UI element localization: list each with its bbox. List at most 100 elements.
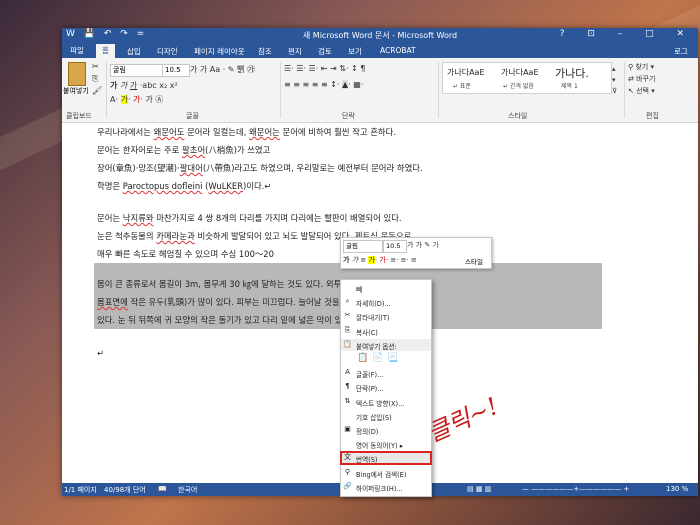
cut-icon[interactable]: ✂ — [92, 62, 99, 71]
menu-item-label: 잘라내기(T) — [356, 314, 390, 323]
ctx-item-cut[interactable]: ✂ 잘라내기(T) — [341, 310, 431, 322]
select-button[interactable]: ↖ 선택 ▾ — [628, 86, 655, 96]
format-painter-icon[interactable]: 🖌 — [92, 86, 102, 95]
menu-item-icon: ⌕ — [345, 297, 350, 306]
menu-item-label: 텍스트 방향(X)... — [356, 399, 405, 408]
font-size-box[interactable]: 10.5 — [162, 64, 190, 77]
style-heading-1[interactable]: 제목 1 — [561, 81, 578, 90]
mini-format-icons[interactable]: 가 가 ✎ 가 — [407, 240, 439, 250]
tab-insert[interactable]: 삽입 — [127, 46, 141, 57]
ctx-item-copy[interactable]: ⎘ 복사(C) — [341, 325, 431, 337]
menu-item-label: 하이퍼링크(H)... — [356, 484, 403, 493]
font-name-box[interactable]: 굴림 — [110, 64, 164, 77]
ctx-item-truncated[interactable]: 빼 — [341, 282, 431, 294]
misspelled-word: 팔대어 — [179, 163, 203, 173]
text-run: 문어는 — [97, 213, 123, 223]
menu-item-icon — [343, 439, 352, 448]
group-label-editing: 편집 — [646, 112, 659, 120]
document-line[interactable]: 학명은 Paroctopus dofleini (WuLKER)이다.↵ — [97, 180, 271, 192]
paste-button[interactable]: 붙여넣기 — [63, 86, 89, 96]
ctx-item-bing-search[interactable]: ⚲ Bing에서 검색(E) — [341, 467, 431, 479]
mini-font-name[interactable]: 굴림 — [343, 240, 383, 253]
styles-scroll-icons[interactable]: ▴ ▾ ⊽ — [612, 64, 617, 97]
misspelled-word: Paroctopus dofleini — [122, 181, 203, 191]
style-preview[interactable]: 가나다. — [555, 65, 589, 81]
window-controls[interactable]: ? ⊡ – □ ✕ — [560, 29, 694, 39]
document-line[interactable]: ↵ — [97, 348, 104, 358]
font-style-icons[interactable]: 가 가 가 ·abc x₂ x² — [110, 80, 178, 91]
context-menu: 빼 ⌕ 자세히(D)... ✂ 잘라내기(T) ⎘ 복사(C) 📋 붙여넣기 옵션: 📋📄📃 A 글꼴… — [340, 279, 432, 497]
ctx-item-insert-symbol[interactable]: 기호 삽입(S) — [341, 410, 431, 422]
ctx-item-more[interactable]: ⌕ 자세히(D)... — [341, 296, 431, 308]
replace-button[interactable]: ⇄ 바꾸기 — [628, 74, 655, 84]
mini-style-icons[interactable]: 가 가 ≡ 가· 가· ≡· ≡· ≡ — [343, 255, 417, 265]
misspelled-word: WuLKER — [208, 181, 243, 191]
paste-icon[interactable] — [68, 62, 86, 86]
ctx-item-synonyms[interactable]: 영어 동의어(Y) ▸ — [341, 438, 431, 450]
document-line[interactable]: 매우 빠른 속도로 헤엄칠 수 있으며 수심 100～20 — [97, 248, 274, 260]
find-label: 찾기 ▾ — [635, 63, 654, 71]
text-run: 눈은 척추동물의 — [97, 231, 157, 241]
group-label-paragraph: 단락 — [342, 112, 355, 120]
mini-font-size[interactable]: 10.5 — [383, 240, 407, 253]
menu-item-icon: 🔗 — [343, 481, 352, 490]
menu-item-label: 영어 동의어(Y) ▸ — [356, 442, 404, 451]
ctx-item-font[interactable]: A 글꼴(F)... — [341, 367, 431, 379]
find-button[interactable]: ⚲ 찾기 ▾ — [628, 62, 654, 72]
page-indicator[interactable]: 1/1 페이지 — [64, 485, 97, 495]
style-preview[interactable]: 가나다AaE — [447, 67, 485, 78]
ctx-item-text-direction[interactable]: ⇅ 텍스트 방향(X)... — [341, 396, 431, 408]
align-icons[interactable]: ≡ ≡ ≡ ≡ ≡ ↕· ▲· ▦· — [284, 80, 363, 89]
misspelled-word: 카메라눈과 — [156, 231, 195, 241]
text-run: 우리나라에서는 — [97, 127, 154, 137]
ctx-item-define[interactable]: ▣ 정의(D) — [341, 424, 431, 436]
document-line[interactable]: 있다. 눈 뒤 뒤쪽에 귀 모양의 작은 돌기가 있고 다리 밑에 넓은 막이 … — [97, 314, 360, 326]
zoom-level[interactable]: 130 % — [666, 485, 688, 493]
mini-styles-label[interactable]: 스타일 — [465, 256, 483, 266]
menu-item-label: 번역(S) — [356, 456, 378, 465]
copy-icon[interactable]: ⎘ — [92, 74, 98, 84]
proofing-icon[interactable]: 📖 — [158, 485, 167, 493]
document-line[interactable]: 문어는 낙지류와 마찬가지로 4 쌍 8개의 다리를 가지며 다리에는 빨판이 … — [97, 212, 402, 224]
tab-references[interactable]: 참조 — [258, 46, 272, 57]
tab-page-layout[interactable]: 페이지 레이아웃 — [194, 46, 245, 57]
ctx-item-hyperlink[interactable]: 🔗 하이퍼링크(H)... — [341, 481, 431, 493]
menu-item-label: 복사(C) — [356, 328, 378, 337]
menu-item-label: 글꼴(F)... — [356, 371, 384, 380]
zoom-slider[interactable]: — ——————+—————— + — [522, 485, 629, 493]
language-indicator[interactable]: 한국어 — [178, 485, 197, 495]
style-preview[interactable]: 가나다AaE — [501, 67, 539, 78]
account-name[interactable]: 로그 — [674, 46, 688, 57]
document-line[interactable]: 문어는 한자어로는 주로 팔초어(八梢魚)가 쓰였고 — [97, 144, 270, 156]
tab-acrobat[interactable]: ACROBAT — [380, 46, 416, 55]
ctx-item-translate[interactable]: 文 번역(S) — [340, 451, 432, 466]
misspelled-word: 왜문어는 — [249, 127, 280, 137]
tab-design[interactable]: 디자인 — [157, 46, 178, 57]
view-mode-icons[interactable]: ▤ ▦ ▥ — [467, 485, 491, 493]
menu-item-icon: 文 — [344, 453, 351, 462]
tab-home[interactable]: 홈 — [96, 44, 115, 58]
ctx-item-paste-icons[interactable]: 📋📄📃 — [341, 353, 431, 365]
font-grow-shrink-icons[interactable]: 가 가 Aa · ✎ 뺽 ㉮ — [190, 64, 255, 75]
list-icons[interactable]: ☰· ☰· ☰· ⇤ ⇥ ⇅· ↕ ¶ — [284, 64, 365, 73]
tab-file[interactable]: 파일 — [62, 44, 92, 58]
paste-options-icon[interactable]: 📋📄📃 — [357, 353, 403, 363]
styles-gallery: 가나다AaE ↵ 표준 가나다AaE ↵ 간격 없음 가나다. 제목 1 — [442, 62, 612, 94]
text-run: 매우 빠른 속도로 헤엄칠 수 있으며 수심 100～20 — [97, 249, 274, 259]
ctx-item-paragraph[interactable]: ¶ 단락(P)... — [341, 381, 431, 393]
ctx-item-paste-options[interactable]: 📋 붙여넣기 옵션: — [341, 338, 431, 351]
tab-review[interactable]: 검토 — [318, 46, 332, 57]
document-line[interactable]: 우리나라에서는 왜문어도 문어라 일컬는데, 왜문어는 문어에 비하여 훨씬 작… — [97, 126, 396, 138]
tab-view[interactable]: 보기 — [348, 46, 362, 57]
title-bar: W 💾 ↶ ↷ = 새 Microsoft Word 문서 - Microsof… — [62, 28, 698, 44]
style-no-spacing[interactable]: ↵ 간격 없음 — [503, 81, 534, 90]
text-run: )이다.↵ — [242, 181, 272, 191]
document-line[interactable]: 장어(章魚)·망조(望潮)·팔대어(八帶魚)라고도 하였으며, 우리말로는 예전… — [97, 162, 423, 174]
ribbon-home: 붙여넣기 ✂ ⎘ 🖌 클립보드 굴림 10.5 가 가 Aa · ✎ 뺽 ㉮ 가… — [62, 58, 698, 123]
text-run: 문어는 한자어로는 주로 — [97, 145, 183, 155]
word-count[interactable]: 40/98개 단어 — [104, 485, 146, 495]
tab-mailings[interactable]: 편지 — [288, 46, 302, 57]
font-color-icons[interactable]: A· 가· 가· 가 Ⓐ — [110, 94, 163, 105]
style-normal[interactable]: ↵ 표준 — [453, 81, 471, 90]
text-run: 비슷하게 발달되어 있고 뇌도 발달되어 있다. — [194, 231, 355, 241]
